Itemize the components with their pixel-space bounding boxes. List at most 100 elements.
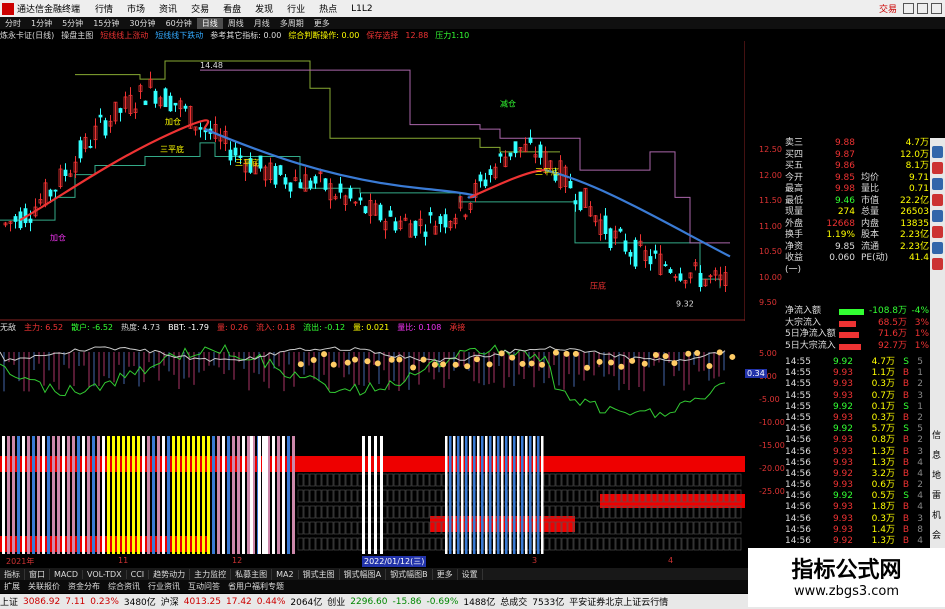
tick-price: 9.92	[832, 424, 853, 435]
minimize-icon[interactable]	[903, 3, 914, 14]
signal-stripe	[47, 436, 50, 554]
menu-item[interactable]: 热点	[319, 2, 337, 15]
stripe-cell	[327, 537, 334, 551]
side-tab-char[interactable]: 机	[932, 508, 943, 521]
menu-item[interactable]: 行业	[287, 2, 305, 15]
search-icon[interactable]	[932, 210, 943, 222]
stripe-cell	[555, 489, 562, 503]
side-tab-char[interactable]: 雷	[932, 488, 943, 501]
signal-stripe	[292, 436, 295, 554]
indicator-tab[interactable]: CCI	[127, 569, 150, 579]
candle-body	[648, 256, 653, 265]
maximize-icon[interactable]	[917, 3, 928, 14]
stripe-cell	[609, 537, 616, 551]
indicator-tab[interactable]: 更多	[433, 568, 458, 580]
extension-tab[interactable]: 扩展	[0, 581, 24, 592]
tick-row: 14:55 9.93 0.3万 B 2	[785, 379, 930, 390]
stripe-cell	[705, 473, 712, 487]
signal-stripe-chart[interactable]	[0, 436, 745, 555]
indicator-tab[interactable]: 窗口	[25, 568, 50, 580]
menu-item[interactable]: 资讯	[159, 2, 177, 15]
stripe-band-red	[0, 456, 745, 472]
indicator-tab[interactable]: 钢式幅图B	[386, 568, 433, 580]
period-tab[interactable]: 30分钟	[124, 18, 160, 29]
quote-key2: 量比	[861, 184, 880, 194]
close-icon[interactable]	[931, 3, 942, 14]
candle-body	[228, 149, 233, 161]
extension-tab[interactable]: 互动问答	[184, 581, 224, 592]
period-tab[interactable]: 月线	[249, 18, 275, 29]
menu-item[interactable]: 市场	[127, 2, 145, 15]
side-tab-char[interactable]: 信	[932, 428, 943, 441]
indicator-tab[interactable]: 趋势动力	[149, 568, 191, 580]
indicator-tab[interactable]: 私募主图	[231, 568, 273, 580]
indicator-tab[interactable]: MACD	[50, 569, 83, 579]
stripe-cell	[351, 537, 358, 551]
sub-indicator-chart[interactable]	[0, 334, 745, 434]
period-tab[interactable]: 多周期	[275, 18, 309, 29]
extension-tab[interactable]: 关联报价	[24, 581, 64, 592]
menu-item[interactable]: 交易	[191, 2, 209, 15]
layers-icon[interactable]	[932, 226, 943, 238]
side-tab-char[interactable]: 地	[932, 468, 943, 481]
tick-volume: 0.7万	[871, 390, 895, 401]
indicator-tab[interactable]: 指标	[0, 568, 25, 580]
stripe-cell	[711, 537, 718, 551]
candle-body	[48, 189, 53, 197]
flag-icon[interactable]	[932, 146, 943, 158]
watermark-logo: 指标公式网 www.zbgs3.com	[748, 548, 945, 607]
signal-dot	[344, 359, 351, 366]
people-icon[interactable]	[932, 162, 943, 174]
trade-button[interactable]: 交易	[879, 2, 897, 15]
candle-body	[153, 90, 158, 104]
period-tab[interactable]: 15分钟	[88, 18, 124, 29]
period-tab[interactable]: 5分钟	[57, 18, 88, 29]
flow-row: 5日大宗流入 92.7万 1%	[785, 341, 930, 353]
stripe-cell	[351, 505, 358, 519]
stripe-cell	[333, 489, 340, 503]
stripe-cell	[393, 505, 400, 519]
signal-dot	[685, 350, 692, 357]
tick-count: 3	[917, 513, 923, 524]
stripe-cell	[579, 489, 586, 503]
date-axis: 2021年 11 12 2022/01/12(三) 3 4	[0, 556, 745, 567]
period-tab[interactable]: 更多	[309, 18, 335, 29]
list-icon[interactable]	[932, 258, 943, 270]
indicator-tab[interactable]: VOL-TDX	[83, 569, 127, 579]
period-tab[interactable]: 周线	[223, 18, 249, 29]
extension-tab[interactable]: 省用户福利专题	[224, 581, 288, 592]
menu-item[interactable]: 看盘	[223, 2, 241, 15]
chart-icon[interactable]	[932, 194, 943, 206]
menu-item[interactable]: 行情	[95, 2, 113, 15]
side-tab-char[interactable]: 息	[932, 448, 943, 461]
stripe-cell	[555, 473, 562, 487]
stripe-cell	[405, 505, 412, 519]
indicator-tab[interactable]: 钢式主图	[299, 568, 340, 580]
side-tab-char[interactable]: 会	[932, 528, 943, 541]
period-tab[interactable]: 日线	[196, 17, 223, 29]
candle-body	[13, 216, 18, 222]
indicator-tab[interactable]: 设置	[458, 568, 483, 580]
indicator-tab[interactable]: 钢式幅图A	[340, 568, 387, 580]
period-tab[interactable]: 分时	[0, 18, 26, 29]
period-tab[interactable]: 1分钟	[26, 18, 57, 29]
extension-tab[interactable]: 资金分布	[64, 581, 104, 592]
plus-icon[interactable]	[932, 242, 943, 254]
main-kline-chart[interactable]: 加仓三平底三平底加仓减仓三平底压底14.489.32	[0, 41, 745, 321]
period-tab[interactable]: 60分钟	[161, 18, 197, 29]
gear-icon[interactable]	[932, 178, 943, 190]
extension-tab[interactable]: 综合资讯	[104, 581, 144, 592]
indicator-tab[interactable]: MA2	[272, 569, 299, 579]
tick-volume: 1.3万	[871, 536, 895, 546]
menu-item[interactable]: L1L2	[351, 4, 372, 14]
menu-item[interactable]: 发现	[255, 2, 273, 15]
stripe-cell	[387, 521, 394, 535]
signal-stripe	[212, 436, 215, 554]
tick-list[interactable]: 14:55 9.92 4.7万 S 5 14:55 9.93 1.1万 B 1 14:55 9.93 0…	[785, 357, 930, 547]
indicator-tab[interactable]: 主力监控	[190, 568, 232, 580]
signal-stripe	[521, 436, 524, 554]
tick-time: 14:55	[785, 390, 811, 401]
extension-tab[interactable]: 行业资讯	[144, 581, 184, 592]
stripe-cell	[399, 537, 406, 551]
stripe-cell	[687, 473, 694, 487]
